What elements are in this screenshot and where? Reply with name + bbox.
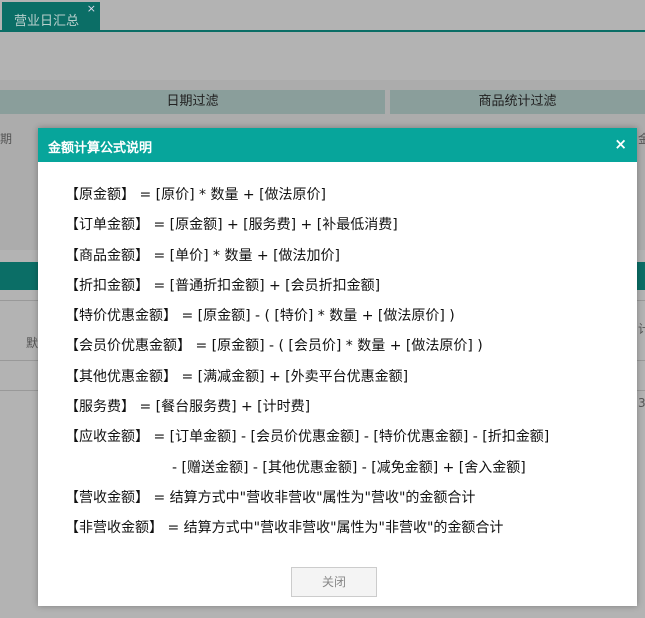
value-fragment: 3 bbox=[638, 396, 645, 410]
goods-filter-header: 商品统计过滤 bbox=[390, 90, 645, 114]
date-type-select[interactable]: 期 bbox=[0, 130, 12, 147]
dialog-header: 金额计算公式说明 × bbox=[38, 128, 637, 162]
formula-line: 【商品金额】 = [单价] * 数量 + [做法加价] bbox=[65, 247, 341, 264]
formula-line: 【服务费】 = [餐台服务费] + [计时费] bbox=[65, 399, 311, 416]
amount-fragment: 金 bbox=[638, 132, 645, 146]
close-icon[interactable]: × bbox=[614, 135, 627, 153]
tab-daily-summary[interactable]: 营业日汇总 × bbox=[2, 2, 100, 32]
formula-dialog: 金额计算公式说明 × 【原金额】 = [原价] * 数量 + [做法原价] 【订… bbox=[38, 128, 637, 606]
close-button[interactable]: 关闭 bbox=[291, 567, 377, 597]
formula-line: 【特价优惠金额】 = [原金额] - ( [特价] * 数量 + [做法原价] … bbox=[65, 308, 455, 325]
default-label: 默 bbox=[26, 336, 39, 350]
formula-list: 【原金额】 = [原价] * 数量 + [做法原价] 【订单金额】 = [原金额… bbox=[65, 184, 549, 548]
date-filter-header: 日期过滤 bbox=[0, 90, 385, 114]
formula-line: 【其他优惠金额】 = [满减金额] + [外卖平台优惠金额] bbox=[65, 368, 409, 385]
formula-line: 【会员价优惠金额】 = [原金额] - ( [会员价] * 数量 + [做法原价… bbox=[65, 338, 483, 355]
formula-line: 【原金额】 = [原价] * 数量 + [做法原价] bbox=[65, 187, 327, 203]
formula-line-continued: - [赠送金额] - [其他优惠金额] - [减免金额] + [舍入金额] bbox=[172, 459, 526, 476]
dialog-title: 金额计算公式说明 bbox=[48, 141, 153, 156]
close-icon[interactable]: × bbox=[87, 2, 96, 15]
formula-line: 【非营收金额】 = 结算方式中"营收非营收"属性为"非营收"的金额合计 bbox=[65, 520, 504, 537]
formula-line: 【订单金额】 = [原金额] + [服务费] + [补最低消费] bbox=[65, 217, 398, 234]
formula-line: 【折扣金额】 = [普通折扣金额] + [会员折扣金额] bbox=[65, 277, 381, 294]
formula-line: 【应收金额】 = [订单金额] - [会员价优惠金额] - [特价优惠金额] -… bbox=[65, 429, 550, 446]
count-fragment: 计 bbox=[638, 322, 645, 336]
tab-label: 营业日汇总 bbox=[14, 14, 80, 29]
tab-bar: 营业日汇总 × bbox=[0, 0, 645, 32]
formula-line: 【营收金额】 = 结算方式中"营收非营收"属性为"营收"的金额合计 bbox=[65, 489, 476, 506]
